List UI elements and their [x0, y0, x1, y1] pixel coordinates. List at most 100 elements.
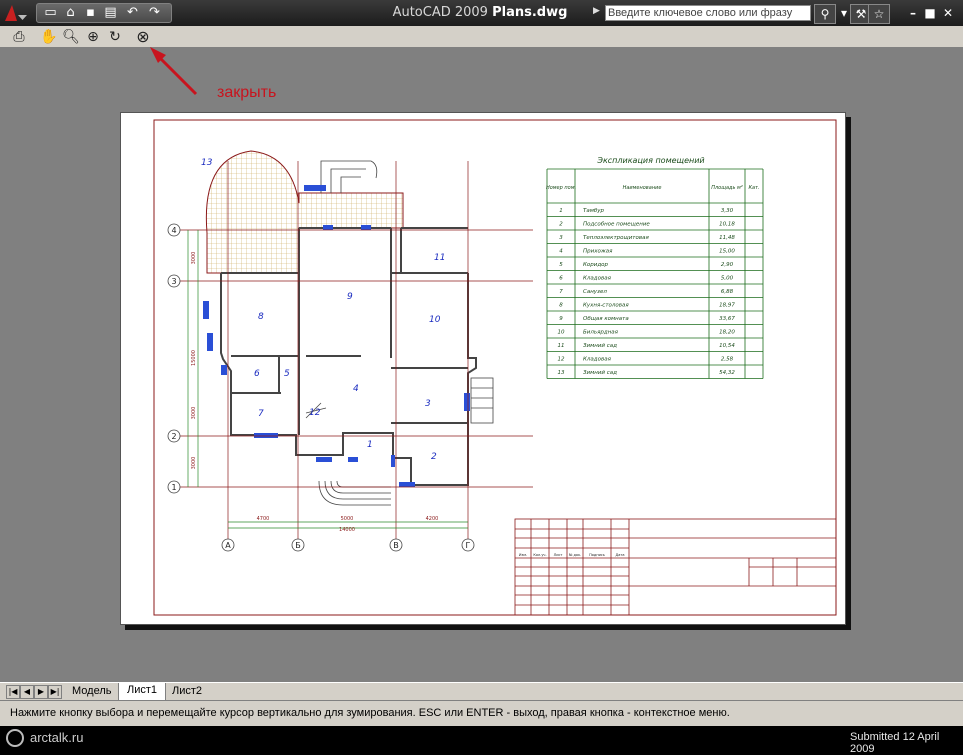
stamp-header: Дата — [615, 553, 624, 557]
room-label: 5 — [284, 369, 290, 379]
axis-letter: Г — [466, 541, 471, 550]
table-cell-area: 2,58 — [721, 357, 734, 363]
last-tab-icon[interactable]: ▶| — [48, 685, 62, 699]
axis-number: 4 — [171, 226, 176, 235]
next-tab-icon[interactable]: ▶ — [34, 685, 48, 699]
table-cell-num: 12 — [558, 357, 565, 363]
table-header: Площадь м² — [711, 185, 743, 191]
table-cell-num: 4 — [559, 249, 563, 255]
room-label: 11 — [434, 253, 445, 263]
table-cell-name: Тамбур — [583, 208, 605, 214]
table-cell-area: 3,30 — [721, 208, 734, 214]
dim-label-left: 3000 — [191, 407, 197, 420]
room-label: 1 — [367, 440, 373, 450]
table-cell-name: Прихожая — [583, 249, 613, 255]
dim-label-left: 3000 — [191, 252, 197, 265]
table-cell-area: 6,88 — [721, 289, 734, 295]
room-label: 2 — [431, 452, 437, 462]
table-cell-area: 11,48 — [719, 235, 735, 241]
axis-number: 3 — [171, 277, 176, 286]
table-title: Экспликация помещений — [596, 156, 704, 165]
watermark-logo-icon — [6, 729, 24, 747]
axis-number: 1 — [171, 483, 176, 492]
table-cell-area: 15,00 — [719, 249, 735, 255]
dim-label-left: 3000 — [191, 457, 197, 470]
table-cell-num: 1 — [559, 208, 563, 214]
table-cell-area: 5,00 — [721, 276, 734, 282]
watermark-text: arctalk.ru — [30, 730, 84, 745]
dim-label: 4700 — [257, 516, 270, 522]
table-cell-area: 33,67 — [719, 316, 735, 322]
table-cell-name: Теплоэлектрощитовая — [583, 235, 649, 241]
table-cell-name: Бильярдная — [583, 330, 619, 336]
room-label: 12 — [309, 408, 321, 418]
table-cell-name: Кухня-столовая — [583, 303, 629, 309]
stamp-header: Изм. — [519, 553, 527, 557]
submitted-date: Submitted 12 April 2009 — [850, 731, 940, 755]
table-header: Кат. — [748, 185, 759, 191]
table-cell-name: Подсобное помещение — [583, 222, 650, 228]
dim-label: 4200 — [426, 516, 439, 522]
table-header: Наименование — [623, 185, 662, 191]
table-cell-name: Зимний сад — [583, 370, 617, 376]
table-cell-num: 6 — [559, 276, 563, 282]
table-cell-name: Коридор — [583, 262, 609, 268]
table-cell-num: 13 — [558, 370, 565, 376]
room-label: 9 — [347, 292, 353, 302]
table-cell-name: Зимний сад — [583, 343, 617, 349]
layout-tabs-bar: |◀ ◀ ▶ ▶| Модель Лист1 Лист2 — [0, 682, 963, 701]
table-cell-area: 18,97 — [719, 303, 735, 309]
tab-model[interactable]: Модель — [72, 684, 111, 699]
footer-bar — [0, 726, 963, 750]
room-label: 3 — [425, 399, 431, 409]
axis-number: 2 — [171, 432, 176, 441]
stamp-header: Лист — [554, 553, 563, 557]
room-schedule-table: Номер пом. Наименование Площадь м² Кат. 1 Там… — [546, 168, 764, 379]
table-cell-num: 2 — [559, 222, 563, 228]
stamp-header: Кол.уч. — [533, 553, 546, 557]
table-cell-num: 11 — [558, 343, 565, 349]
room-label: 6 — [254, 369, 260, 379]
tab-sheet2[interactable]: Лист2 — [172, 684, 202, 699]
annotation-label: закрыть — [217, 84, 277, 101]
table-cell-area: 54,32 — [719, 370, 735, 376]
stamp-header: Подпись — [589, 553, 605, 557]
tab-sheet1[interactable]: Лист1 — [118, 683, 167, 701]
table-cell-num: 7 — [559, 289, 563, 295]
axis-letter: Б — [295, 541, 301, 550]
room-label: 8 — [258, 312, 264, 322]
table-cell-name: Кладовая — [583, 276, 612, 282]
table-cell-area: 10,18 — [719, 222, 735, 228]
table-cell-num: 8 — [559, 303, 563, 309]
stamp-header: № док. — [569, 553, 582, 557]
table-cell-num: 5 — [559, 262, 563, 268]
status-message: Нажмите кнопку выбора и перемещайте курс… — [10, 707, 730, 719]
axis-letter: В — [393, 541, 399, 550]
table-cell-area: 2,90 — [721, 262, 734, 268]
table-cell-name: Общая комната — [583, 316, 629, 322]
axis-letter: А — [225, 541, 231, 550]
dim-label-left: 15000 — [191, 350, 197, 366]
table-cell-num: 9 — [559, 316, 563, 322]
status-bar: Нажмите кнопку выбора и перемещайте курс… — [0, 700, 963, 726]
table-cell-name: Санузел — [583, 289, 607, 295]
table-cell-num: 3 — [559, 235, 563, 241]
stamp-headers: Изм. Кол.уч. Лист № док. Подпись Дата — [519, 553, 625, 557]
drawing-canvas: А Б В Г1234 12345678910111213 4700 5000 42001… — [153, 119, 837, 616]
dim-total: 14000 — [339, 527, 355, 533]
table-header: Номер пом. — [546, 185, 576, 191]
drawing-sheet: АБВГ1234 1 2 3 4 5 6 7 8 9 10 11 12 13 4700 5000 4200 1… — [120, 112, 846, 625]
table-cell-area: 10,54 — [719, 343, 735, 349]
title-block — [514, 518, 837, 616]
room-label: 4 — [353, 384, 359, 394]
table-cell-area: 18,20 — [719, 330, 735, 336]
winter-garden-hatch — [205, 150, 404, 274]
room-label: 10 — [429, 315, 441, 325]
first-tab-icon[interactable]: |◀ — [6, 685, 20, 699]
room-label: 13 — [201, 158, 213, 168]
table-cell-num: 10 — [558, 330, 565, 336]
prev-tab-icon[interactable]: ◀ — [20, 685, 34, 699]
table-cell-name: Кладовая — [583, 357, 612, 363]
dim-label: 5000 — [341, 516, 354, 522]
room-label: 7 — [258, 409, 264, 419]
